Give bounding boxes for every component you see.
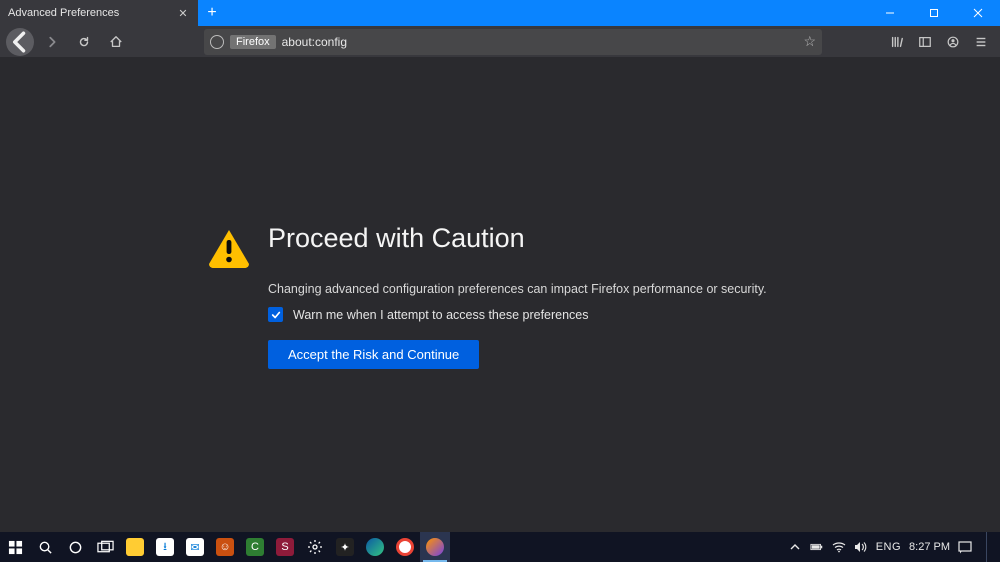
taskbar-app-firefox[interactable]	[420, 532, 450, 562]
tray-battery-icon[interactable]	[810, 540, 824, 554]
warning-icon	[207, 228, 251, 273]
bookmark-star-icon[interactable]: ☆	[803, 33, 816, 50]
tab-close-icon[interactable]: ✕	[176, 6, 190, 20]
taskbar-search-icon[interactable]	[30, 532, 60, 562]
page-viewport: Proceed with Caution Changing advanced c…	[0, 58, 1000, 532]
windows-taskbar: ⭳ ✉ ☺ C S ✦ ENG 8:27 PM	[0, 532, 1000, 562]
taskbar-app-generic-1[interactable]: ☺	[210, 532, 240, 562]
app-menu-button[interactable]	[968, 28, 994, 56]
identity-firefox-icon	[210, 35, 224, 49]
tray-volume-icon[interactable]	[854, 540, 868, 554]
window-close-button[interactable]	[956, 0, 1000, 26]
tab-title: Advanced Preferences	[8, 7, 170, 19]
navigation-toolbar: Firefox about:config ☆	[0, 26, 1000, 58]
window-controls	[868, 0, 1000, 26]
page-heading: Proceed with Caution	[268, 223, 525, 254]
forward-button[interactable]	[38, 28, 66, 56]
taskbar-app-sharex[interactable]: ✦	[330, 532, 360, 562]
toolbar-right	[884, 28, 994, 56]
warn-checkbox-label: Warn me when I attempt to access these p…	[293, 308, 589, 322]
taskbar-app-mail[interactable]: ✉	[180, 532, 210, 562]
account-button[interactable]	[940, 28, 966, 56]
titlebar-drag-region[interactable]	[226, 0, 868, 26]
tray-language[interactable]: ENG	[876, 541, 901, 553]
taskbar-app-store[interactable]: ⭳	[150, 532, 180, 562]
start-button[interactable]	[0, 532, 30, 562]
url-bar[interactable]: Firefox about:config ☆	[204, 29, 822, 55]
task-view-icon[interactable]	[90, 532, 120, 562]
taskbar-app-explorer[interactable]	[120, 532, 150, 562]
taskbar-app-settings[interactable]	[300, 532, 330, 562]
reload-button[interactable]	[70, 28, 98, 56]
url-address: about:config	[282, 35, 798, 49]
sidebar-button[interactable]	[912, 28, 938, 56]
window-maximize-button[interactable]	[912, 0, 956, 26]
taskbar-app-camtasia[interactable]: C	[240, 532, 270, 562]
identity-label: Firefox	[230, 35, 276, 49]
page-description: Changing advanced configuration preferen…	[268, 282, 767, 296]
tray-overflow-icon[interactable]	[788, 540, 802, 554]
library-button[interactable]	[884, 28, 910, 56]
window-minimize-button[interactable]	[868, 0, 912, 26]
warn-checkbox-row[interactable]: Warn me when I attempt to access these p…	[268, 307, 589, 322]
home-button[interactable]	[102, 28, 130, 56]
taskbar-app-generic-2[interactable]: S	[270, 532, 300, 562]
warn-checkbox[interactable]	[268, 307, 283, 322]
back-button[interactable]	[6, 28, 34, 56]
system-tray: ENG 8:27 PM	[788, 532, 996, 562]
browser-titlebar: Advanced Preferences ✕ +	[0, 0, 1000, 26]
tray-clock[interactable]: 8:27 PM	[909, 541, 950, 553]
taskbar-left: ⭳ ✉ ☺ C S ✦	[0, 532, 450, 562]
tray-wifi-icon[interactable]	[832, 540, 846, 554]
accept-risk-button[interactable]: Accept the Risk and Continue	[268, 340, 479, 369]
tab-active[interactable]: Advanced Preferences ✕	[0, 0, 198, 26]
new-tab-button[interactable]: +	[198, 0, 226, 26]
taskbar-app-chrome[interactable]	[390, 532, 420, 562]
action-center-icon[interactable]	[958, 540, 972, 554]
show-desktop-button[interactable]	[986, 532, 990, 562]
cortana-icon[interactable]	[60, 532, 90, 562]
taskbar-app-edge[interactable]	[360, 532, 390, 562]
